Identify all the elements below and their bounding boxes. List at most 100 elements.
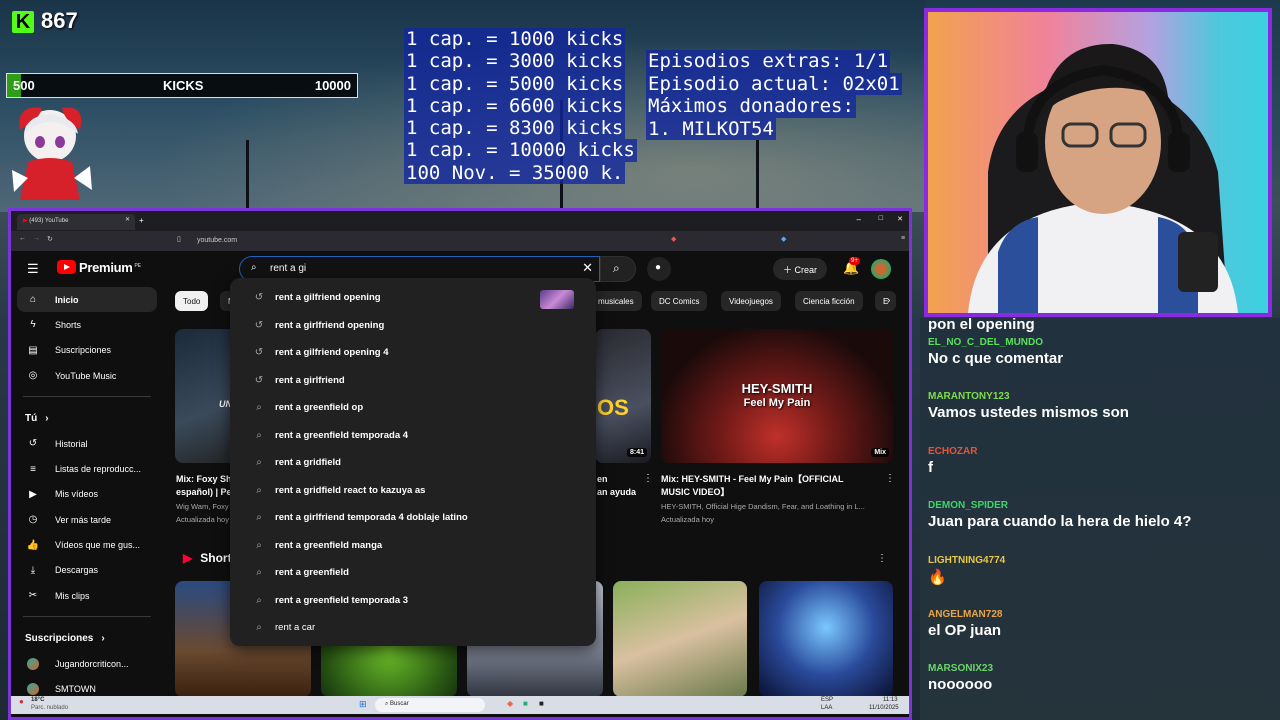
- chat-username[interactable]: DEMON_SPIDER: [928, 500, 1272, 511]
- back-icon[interactable]: ←: [19, 235, 26, 242]
- taskbar-search[interactable]: ⌕ Buscar: [375, 698, 485, 712]
- youtube-premium-logo[interactable]: Premium PE: [57, 260, 141, 275]
- chat-username[interactable]: ANGELMAN728: [928, 609, 1272, 620]
- chat-username[interactable]: MARSONIX23: [928, 663, 1272, 674]
- sidebar-item-descargas[interactable]: ⤓ Descargas: [11, 558, 163, 583]
- app-icon[interactable]: ■: [523, 699, 528, 708]
- search-suggestion[interactable]: ↺ rent a gilfriend opening 4: [230, 339, 596, 367]
- clear-search-icon[interactable]: ✕: [582, 260, 593, 276]
- sidebar-item-inicio[interactable]: ⌂ Inicio: [17, 287, 157, 313]
- more-options-icon[interactable]: ⋮: [877, 553, 887, 564]
- chat-username[interactable]: LIGHTNING4774: [928, 555, 1272, 566]
- video-channel[interactable]: Wig Wam, Foxy S: [176, 502, 236, 512]
- video-title[interactable]: an ayuda: [597, 486, 636, 498]
- chat-username[interactable]: MARANTONY123: [928, 391, 1272, 402]
- search-suggestion[interactable]: ⌕ rent a greenfield: [230, 559, 596, 587]
- sidebar-item-historial[interactable]: ↺ Historial: [11, 431, 163, 456]
- sidebar-item-youtube-music[interactable]: ◎ YouTube Music: [11, 363, 163, 388]
- sidebar-item-suscripciones[interactable]: ▤ Suscripciones: [11, 338, 163, 363]
- create-button[interactable]: ＋ Crear: [773, 258, 827, 280]
- more-options-icon[interactable]: ⋮: [643, 473, 653, 484]
- address-bar: ← → ↻ ▯ youtube.com ◆ ◆ ≡: [11, 231, 909, 251]
- new-tab-button[interactable]: +: [139, 216, 144, 225]
- price-rule: 1 cap. = 6600 kicks: [404, 94, 626, 118]
- sidebar-item-label: Shorts: [55, 319, 82, 330]
- chat-username[interactable]: ECHOZAR: [928, 446, 1272, 457]
- category-chip[interactable]: DC Comics: [651, 291, 708, 311]
- chevron-right-icon: ›: [45, 412, 49, 424]
- search-suggestion[interactable]: ↺ rent a girlfriend opening: [230, 312, 596, 340]
- info-line: 1. MILKOT54: [646, 117, 776, 141]
- browser-menu-icon[interactable]: ≡: [901, 235, 905, 242]
- window-close-button[interactable]: ✕: [897, 215, 903, 223]
- video-thumbnail[interactable]: HEY-SMITH Feel My Pain Mix: [661, 329, 893, 463]
- video-thumbnail[interactable]: OS 8:41: [595, 329, 651, 463]
- category-chip[interactable]: musicales: [590, 291, 642, 311]
- search-suggestion[interactable]: ⌕ rent a gridfield: [230, 449, 596, 477]
- category-chip[interactable]: Videojuegos: [721, 291, 781, 311]
- search-suggestion[interactable]: ⌕ rent a girlfriend temporada 4 doblaje l…: [230, 504, 596, 532]
- thumbnail-text: HEY-SMITH: [741, 381, 813, 396]
- video-title[interactable]: MUSIC VIDEO】: [661, 486, 730, 498]
- windows-start-icon[interactable]: ⊞: [359, 699, 367, 710]
- more-options-icon[interactable]: ⋮: [885, 473, 895, 484]
- divider: [23, 396, 151, 398]
- app-icon[interactable]: ■: [539, 699, 544, 708]
- search-button[interactable]: ⌕: [600, 256, 636, 282]
- video-title[interactable]: español) | Pea: [176, 486, 237, 498]
- sidebar-item-ver-m-s-tarde[interactable]: ◷ Ver más tarde: [11, 507, 163, 532]
- tab-close-icon[interactable]: ✕: [125, 216, 130, 223]
- episode-price-list: 1 cap. = 1000 kicks 1 cap. = 3000 kicks 1 …: [404, 28, 637, 185]
- search-suggestion[interactable]: ⌕ rent a gridfield react to kazuya as: [230, 477, 596, 505]
- short-thumbnail[interactable]: [613, 581, 747, 697]
- sidebar-item-label: YouTube Music: [55, 370, 117, 381]
- sidebar-section-subscriptions[interactable]: Suscripciones ›: [11, 625, 163, 651]
- search-suggestion[interactable]: ⌕ rent a greenfield manga: [230, 532, 596, 560]
- logo-region: PE: [134, 262, 141, 269]
- sidebar-item-v-deos-que-me-gus[interactable]: 👍 Vídeos que me gus...: [11, 532, 163, 557]
- sidebar-section-you[interactable]: Tú ›: [11, 405, 163, 431]
- language-indicator[interactable]: ESP: [821, 697, 833, 703]
- search-suggestion[interactable]: ⌕ rent a greenfield op: [230, 394, 596, 422]
- forward-icon[interactable]: →: [33, 235, 40, 242]
- maximize-button[interactable]: □: [879, 215, 883, 222]
- chips-next-icon[interactable]: ›: [887, 295, 890, 306]
- sidebar-item-listas-de-reproducc[interactable]: ≡ Listas de reproducc...: [11, 456, 163, 481]
- bookmark-icon[interactable]: ▯: [177, 235, 181, 243]
- short-thumbnail[interactable]: [759, 581, 893, 697]
- browser-tab-youtube[interactable]: ▶ (493) YouTube ✕: [17, 214, 135, 230]
- url-field[interactable]: youtube.com: [191, 234, 601, 248]
- video-title[interactable]: Mix: HEY-SMITH - Feel My Pain【OFFICIAL: [661, 473, 844, 485]
- minimize-button[interactable]: –: [857, 215, 861, 224]
- search-suggestion[interactable]: ⌕ rent a greenfield temporada 3: [230, 587, 596, 615]
- extension-icon[interactable]: ◆: [781, 235, 786, 243]
- video-title[interactable]: Mix: Foxy Sha: [176, 473, 237, 485]
- clock-time[interactable]: 11:13: [883, 697, 898, 703]
- extension-icon[interactable]: ◆: [671, 235, 676, 243]
- avatar[interactable]: [871, 259, 891, 279]
- chat-username[interactable]: EL_NO_C_DEL_MUNDO: [928, 337, 1272, 348]
- video-duration: 8:41: [626, 448, 647, 457]
- search-suggestion[interactable]: ⌕ rent a car: [230, 614, 596, 642]
- suggestion-text: rent a gridfield react to kazuya as: [275, 484, 426, 496]
- video-title[interactable]: en: [597, 473, 608, 485]
- sidebar-item-mis-clips[interactable]: ✂ Mis clips: [11, 583, 163, 608]
- sidebar-item-mis-v-deos[interactable]: ▶ Mis vídeos: [11, 482, 163, 507]
- reload-icon[interactable]: ↻: [47, 235, 53, 243]
- language-indicator[interactable]: LAA: [821, 705, 832, 711]
- sidebar-item-jugandorcriticon[interactable]: Jugandorcriticon...: [11, 651, 163, 676]
- search-suggestion[interactable]: ⌕ rent a greenfield temporada 4: [230, 422, 596, 450]
- category-chip[interactable]: Ciencia ficción: [795, 291, 863, 311]
- video-channel[interactable]: HEY-SMITH, Official Hige Dandism, Fear, …: [661, 502, 865, 512]
- search-suggestion[interactable]: ↺ rent a gilfriend opening: [230, 284, 596, 312]
- sidebar-item-shorts[interactable]: ϟ Shorts: [11, 312, 163, 337]
- search-suggestion[interactable]: ↺ rent a girlfriend: [230, 367, 596, 395]
- brave-icon[interactable]: ◆: [507, 699, 513, 708]
- category-chip[interactable]: E: [875, 291, 897, 311]
- clock-date[interactable]: 11/10/2025: [869, 705, 899, 711]
- kick-follower-count: 867: [41, 8, 78, 33]
- voice-search-button[interactable]: ●: [647, 257, 671, 281]
- chat-message: MARSONIX23 noooooo: [920, 663, 1280, 713]
- menu-hamburger-icon[interactable]: ☰: [27, 261, 39, 277]
- category-chip[interactable]: Todo: [175, 291, 209, 311]
